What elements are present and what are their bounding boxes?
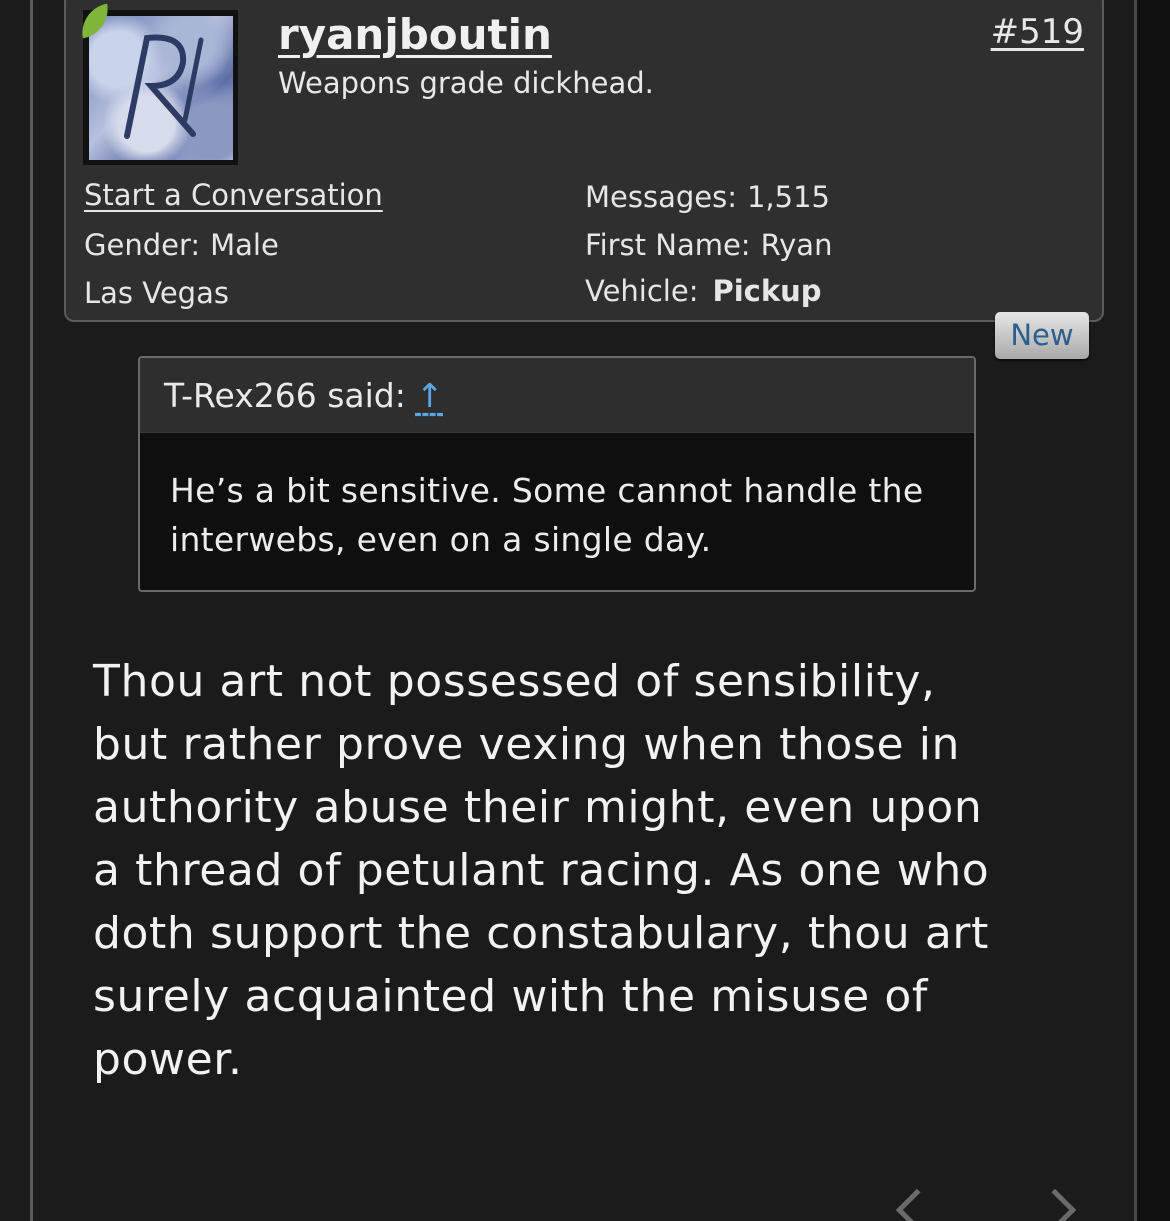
first-name-row: First Name: Ryan xyxy=(585,228,832,262)
gender-value: Male xyxy=(210,228,279,262)
messages-row: Messages: 1,515 xyxy=(585,180,830,214)
new-badge[interactable]: New xyxy=(995,312,1089,359)
avatar-letter-r-icon xyxy=(124,34,204,139)
avatar-image[interactable] xyxy=(89,16,233,160)
vehicle-label: Vehicle: xyxy=(585,274,699,308)
post-message-text: Thou art not possessed of sensibility, b… xyxy=(93,656,990,1085)
start-conversation-link[interactable]: Start a Conversation xyxy=(84,178,383,212)
gender-row: Gender: Male xyxy=(84,228,279,262)
first-name-value: Ryan xyxy=(760,228,833,262)
first-name-label: First Name: xyxy=(585,228,751,262)
quote-block: T-Rex266 said: ↑ He’s a bit sensitive. So… xyxy=(138,356,976,592)
vehicle-row: Vehicle: Pickup xyxy=(585,274,822,308)
messages-label: Messages: xyxy=(585,180,737,214)
gender-label: Gender: xyxy=(84,228,201,262)
post-number-link[interactable]: #519 xyxy=(991,12,1084,52)
quote-jump-arrow-icon[interactable]: ↑ xyxy=(416,376,444,415)
username-link[interactable]: ryanjboutin xyxy=(278,10,552,59)
chevron-right-icon[interactable] xyxy=(1033,1188,1077,1221)
quote-header: T-Rex266 said: ↑ xyxy=(140,358,974,433)
chevron-left-icon[interactable] xyxy=(895,1188,939,1221)
quote-author: T-Rex266 said: xyxy=(164,376,406,415)
right-gutter xyxy=(1137,0,1170,1221)
messages-value: 1,515 xyxy=(746,180,831,214)
user-info-card: ryanjboutin Weapons grade dickhead. #519… xyxy=(64,0,1104,322)
location-text: Las Vegas xyxy=(84,276,229,310)
user-title: Weapons grade dickhead. xyxy=(278,66,654,100)
quote-text: He’s a bit sensitive. Some cannot handle… xyxy=(170,471,924,559)
vehicle-value: Pickup xyxy=(712,274,822,308)
frame-left-border xyxy=(30,0,33,1221)
avatar[interactable] xyxy=(83,10,238,165)
post-page: ryanjboutin Weapons grade dickhead. #519… xyxy=(0,0,1170,1221)
